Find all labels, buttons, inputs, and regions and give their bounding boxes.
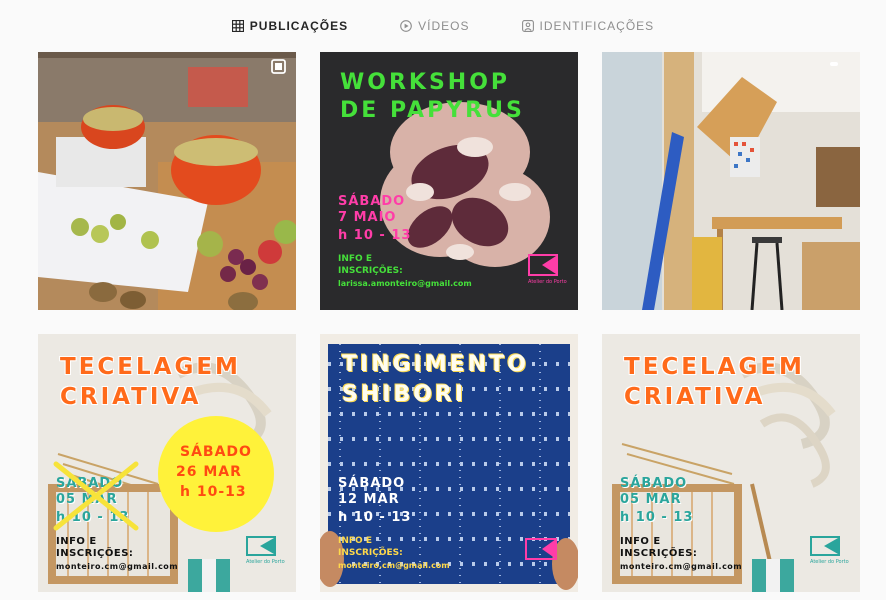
tag-user-icon (521, 20, 534, 32)
post-image (320, 52, 578, 310)
tab-label: PUBLICAÇÕES (249, 19, 349, 33)
profile-tabs: PUBLICAÇÕES VÍDEOS IDENTIFICAÇÕES (0, 0, 886, 52)
tab-label: VÍDEOS (418, 19, 470, 33)
post-image (602, 52, 860, 310)
post-kitchen-photo[interactable] (38, 52, 296, 310)
tab-publicacoes[interactable]: PUBLICAÇÕES (231, 19, 349, 33)
post-tingimento-shibori[interactable]: TINGIMENTO SHIBORI SÁBADO 12 MAR h 10 - … (320, 334, 578, 592)
post-tecelagem-original[interactable]: TECELAGEM CRIATIVA SÁBADO 05 MAR h 10 - … (602, 334, 860, 592)
tab-label: IDENTIFICAÇÕES (539, 19, 655, 33)
post-image (602, 334, 860, 592)
grid-icon (231, 20, 244, 32)
post-image (320, 334, 578, 592)
tab-videos[interactable]: VÍDEOS (400, 19, 469, 33)
post-tecelagem-updated[interactable]: TECELAGEM CRIATIVA SÁBADO 26 MAR h 10-13… (38, 334, 296, 592)
post-interior-photo[interactable] (602, 52, 860, 310)
post-image (38, 52, 296, 310)
post-workshop-papyrus[interactable]: WORKSHOP DE PAPYRUS SÁBADO 7 MAIO h 10 -… (320, 52, 578, 310)
tab-identificacoes[interactable]: IDENTIFICAÇÕES (521, 19, 655, 33)
play-icon (400, 20, 412, 32)
post-image (38, 334, 296, 592)
